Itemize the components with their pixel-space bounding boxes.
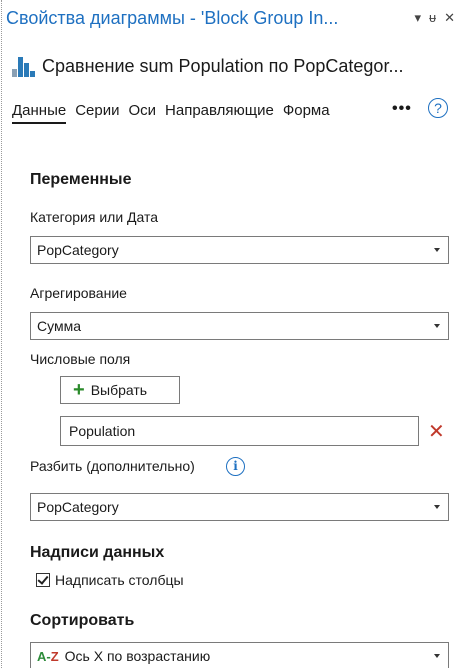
sort-select[interactable]: A-Z Ось X по возрастанию [30, 642, 449, 668]
pin-icon[interactable]: ᵾ [429, 10, 436, 26]
category-select[interactable]: PopCategory [30, 236, 449, 264]
numeric-field-input[interactable]: Population [60, 416, 419, 446]
titlebar-controls: ▾ ᵾ ✕ [414, 10, 455, 26]
aggregation-value: Сумма [37, 318, 81, 334]
select-fields-button[interactable]: + Выбрать [60, 376, 180, 404]
split-select[interactable]: PopCategory [30, 493, 449, 521]
pane-border [1, 0, 2, 668]
chart-title: Сравнение sum Population по PopCategor..… [42, 55, 404, 76]
variables-section-title: Переменные [30, 171, 132, 188]
split-label: Разбить (дополнительно) [30, 458, 195, 474]
category-label: Категория или Дата [30, 209, 159, 225]
data-labels-section-title: Надписи данных [30, 544, 165, 561]
more-tabs-icon[interactable]: ••• [392, 100, 412, 118]
tab-data[interactable]: Данные [12, 102, 67, 124]
label-bars-checkbox-row[interactable]: Надписать столбцы [36, 572, 184, 588]
pane-titlebar: Свойства диаграммы - 'Block Group In... … [0, 0, 459, 38]
sort-section-title: Сортировать [30, 612, 135, 629]
label-bars-label: Надписать столбцы [55, 572, 184, 588]
sort-value: Ось X по возрастанию [64, 648, 211, 664]
tab-strip: Данные Серии Оси Направляющие Форма ••• … [12, 98, 459, 128]
aggregation-select[interactable]: Сумма [30, 312, 449, 340]
menu-dropdown-icon[interactable]: ▾ [414, 10, 421, 26]
pane-title: Свойства диаграммы - 'Block Group In... [6, 8, 339, 28]
tab-format[interactable]: Форма [283, 102, 335, 119]
chevron-down-icon [434, 505, 440, 509]
remove-field-icon[interactable]: ✕ [428, 419, 445, 444]
chart-header: Сравнение sum Population по PopCategor..… [10, 52, 459, 80]
plus-icon: + [73, 379, 85, 401]
category-value: PopCategory [37, 242, 119, 258]
chevron-down-icon [434, 324, 440, 328]
tab-axes[interactable]: Оси [128, 102, 156, 119]
select-fields-label: Выбрать [90, 382, 148, 398]
chevron-down-icon [434, 654, 440, 658]
tab-guides[interactable]: Направляющие [165, 102, 274, 119]
split-value: PopCategory [37, 499, 119, 515]
help-icon[interactable]: ? [428, 98, 448, 118]
sort-az-icon: A-Z [37, 648, 59, 664]
close-icon[interactable]: ✕ [444, 10, 455, 26]
numeric-fields-label: Числовые поля [30, 351, 131, 367]
bar-chart-icon [10, 55, 36, 77]
info-icon[interactable]: i [226, 457, 245, 476]
tab-series[interactable]: Серии [75, 102, 119, 119]
chart-properties-pane: Свойства диаграммы - 'Block Group In... … [0, 0, 459, 668]
chevron-down-icon [434, 248, 440, 252]
aggregation-label: Агрегирование [30, 285, 127, 301]
label-bars-checkbox[interactable] [36, 573, 50, 587]
